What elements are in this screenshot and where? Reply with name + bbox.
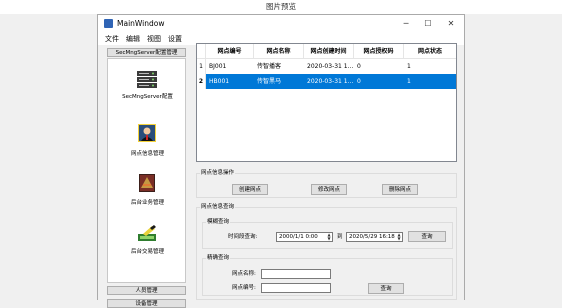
main-window: MainWindow ─ ☐ ✕ 文件 编辑 视图 设置 SecMngServe… (97, 14, 465, 308)
row-header[interactable]: 2 (197, 74, 206, 89)
table-cell[interactable]: 传智黑马 (254, 74, 304, 89)
column-header[interactable]: 网点状态 (404, 44, 456, 59)
minimize-icon[interactable]: ─ (394, 15, 418, 33)
person-icon[interactable] (138, 124, 156, 142)
table-cell[interactable]: 2020-03-31 1... (304, 74, 354, 89)
outlet-table[interactable]: 网点编号 网点名称 网点创建时间 网点授权码 网点状态 1 BJ001 传智播客… (196, 43, 457, 162)
fuzzy-query-button[interactable]: 查询 (408, 231, 446, 242)
business-icon[interactable] (139, 174, 155, 192)
to-label: 到 (337, 234, 343, 240)
table-cell[interactable]: BJ001 (206, 59, 254, 74)
nav-panel: SecMngServer配置 网点信息管理 后台业务管理 后台交易管理 (107, 58, 186, 283)
nav-section-secmng[interactable]: SecMngServer配置管理 (107, 48, 186, 57)
date-to-input[interactable]: 2020/5/29 16:18 ▲ ▼ (346, 232, 403, 242)
outlet-name-label: 网点名称: (232, 271, 256, 277)
menu-edit[interactable]: 编辑 (126, 33, 140, 45)
ops-group: 网点信息操作 创建网点 修改网点 删除网点 (196, 170, 457, 198)
exact-query-label: 精确查询 (206, 255, 231, 262)
column-header[interactable]: 网点编号 (206, 44, 254, 59)
app-icon (104, 19, 113, 28)
viewer-title: 图片预览 (0, 0, 562, 14)
maximize-icon[interactable]: ☐ (416, 15, 440, 33)
column-header[interactable]: 网点名称 (254, 44, 304, 59)
nav-item-transaction-label[interactable]: 后台交易管理 (108, 247, 187, 255)
nav-item-outlet-label[interactable]: 网点信息管理 (108, 149, 187, 157)
query-group: 网点信息查询 模糊查询 时间段查询: 2000/1/1 0:00 ▲ ▼ 到 20… (196, 204, 457, 300)
nav-item-business-label[interactable]: 后台业务管理 (108, 198, 187, 206)
column-header[interactable]: 网点创建时间 (304, 44, 354, 59)
close-icon[interactable]: ✕ (439, 15, 463, 33)
table-cell[interactable]: 传智播客 (254, 59, 304, 74)
central-widget: SecMngServer配置管理 SecMngServer配置 网点信息管理 后… (98, 43, 464, 308)
table-corner (197, 44, 206, 59)
ops-group-label: 网点信息操作 (200, 170, 236, 177)
outlet-name-input[interactable] (261, 269, 331, 279)
menu-settings[interactable]: 设置 (168, 33, 182, 45)
time-range-label: 时间段查询: (228, 234, 258, 240)
outlet-id-input[interactable] (261, 283, 331, 293)
menu-file[interactable]: 文件 (105, 33, 119, 45)
exact-query-group: 精确查询 网点名称: 网点编号: 查询 (202, 255, 453, 296)
spin-icon[interactable]: ▲ ▼ (396, 233, 402, 241)
table-row-selected[interactable]: 2 HB001 传智黑马 2020-03-31 1... 0 1 (197, 74, 456, 89)
server-icon[interactable] (136, 70, 158, 89)
delete-outlet-button[interactable]: 删除网点 (382, 184, 418, 195)
date-to-value: 2020/5/29 16:18 (349, 234, 395, 240)
column-header[interactable]: 网点授权码 (354, 44, 404, 59)
query-group-label: 网点信息查询 (200, 204, 236, 211)
table-cell[interactable]: 0 (354, 74, 404, 89)
transaction-icon[interactable] (137, 225, 157, 242)
date-from-value: 2000/1/1 0:00 (279, 234, 318, 240)
create-outlet-button[interactable]: 创建网点 (232, 184, 268, 195)
row-header[interactable]: 1 (197, 59, 206, 74)
table-cell[interactable]: HB001 (206, 74, 254, 89)
table-cell[interactable]: 0 (354, 59, 404, 74)
table-cell[interactable]: 1 (404, 74, 456, 89)
date-from-input[interactable]: 2000/1/1 0:00 ▲ ▼ (276, 232, 333, 242)
table-cell[interactable]: 2020-03-31 1... (304, 59, 354, 74)
menu-view[interactable]: 视图 (147, 33, 161, 45)
nav-item-server-label[interactable]: SecMngServer配置 (108, 92, 187, 100)
nav-section-device[interactable]: 设备管理 (107, 299, 186, 308)
table-cell[interactable]: 1 (404, 59, 456, 74)
outlet-id-label: 网点编号: (232, 285, 256, 291)
fuzzy-query-label: 模糊查询 (206, 219, 231, 226)
spin-icon[interactable]: ▲ ▼ (326, 233, 332, 241)
modify-outlet-button[interactable]: 修改网点 (311, 184, 347, 195)
fuzzy-query-group: 模糊查询 时间段查询: 2000/1/1 0:00 ▲ ▼ 到 2020/5/29… (202, 219, 453, 249)
window-title: MainWindow (117, 19, 165, 28)
exact-query-button[interactable]: 查询 (368, 283, 404, 294)
title-bar[interactable]: MainWindow ─ ☐ ✕ (98, 15, 464, 33)
nav-section-staff[interactable]: 人员管理 (107, 286, 186, 295)
table-row[interactable]: 1 BJ001 传智播客 2020-03-31 1... 0 1 (197, 59, 456, 74)
